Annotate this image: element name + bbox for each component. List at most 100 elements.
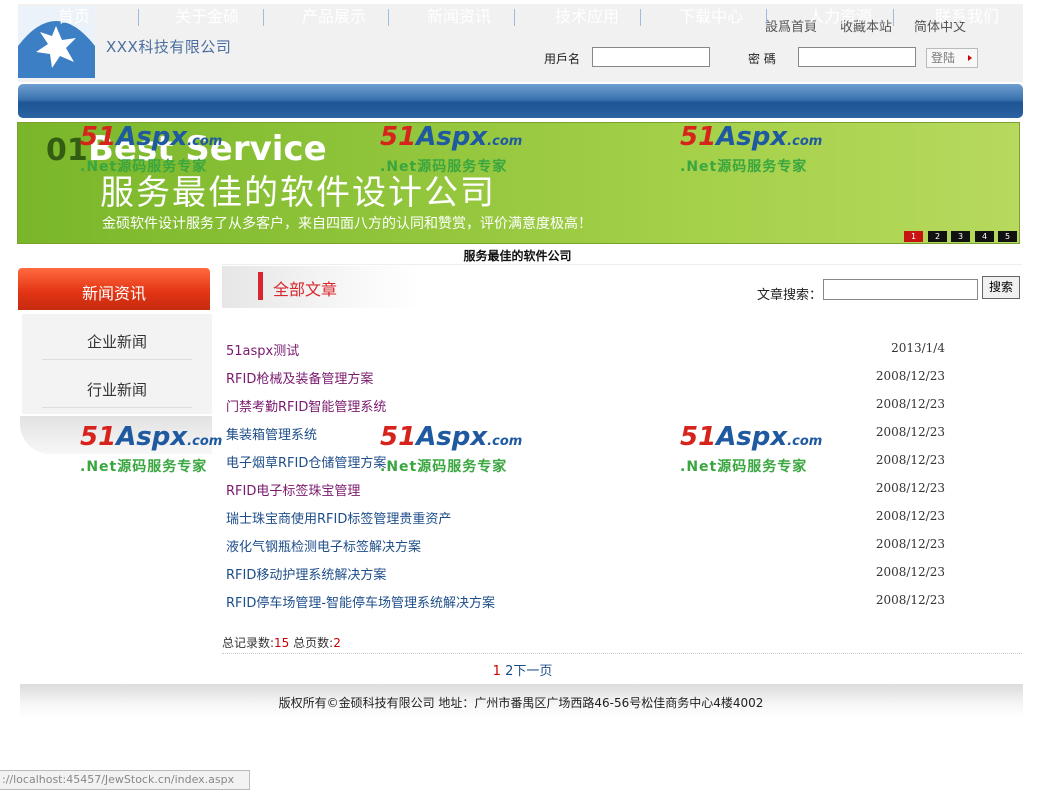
wm-brand-blue: Aspx [716, 122, 788, 152]
nav-separator [893, 9, 894, 26]
pages-label: 总页数: [293, 636, 334, 650]
browser-status-url: ://localhost:45457/JewStock.cn/index.asp… [0, 770, 250, 790]
footer-copyright: 版权所有©金硕科技有限公司 地址：广州市番禺区广场西路46-56号松佳商务中心4… [278, 696, 764, 710]
company-name: XXX科技有限公司 [106, 38, 232, 56]
article-link[interactable]: 液化气钢瓶检测电子标签解决方案 [226, 536, 421, 555]
sidebar-item-company-news[interactable]: 企业新闻 [22, 331, 212, 352]
tab-all-articles-label: 全部文章 [273, 280, 338, 299]
wm-slogan: .Net源码服务专家 [380, 159, 508, 175]
nav-item-home[interactable]: 首页 [58, 0, 90, 34]
article-date: 2013/1/4 [891, 341, 945, 355]
article-link[interactable]: RFID电子标签珠宝管理 [226, 480, 360, 499]
wm-brand-red: 51 [680, 122, 717, 152]
pagination: 1 2下一页 [0, 660, 1045, 679]
article-date: 2008/12/23 [875, 565, 945, 579]
watermark-logo: 51Aspx.com .Net源码服务专家 [380, 422, 530, 482]
wm-brand-blue: Aspx [116, 422, 188, 452]
article-link[interactable]: RFID移动护理系统解决方案 [226, 564, 386, 583]
nav-separator [640, 9, 641, 26]
watermark-logo: 51Aspx.com .Net源码服务专家 [380, 122, 530, 182]
article-date: 2008/12/23 [875, 593, 945, 607]
wm-slogan: .Net源码服务专家 [380, 459, 508, 475]
wm-suffix: .com [787, 434, 823, 449]
record-summary: 总记录数:15 总页数:2 [222, 634, 341, 651]
nav-separator [766, 9, 767, 26]
records-label: 总记录数: [222, 636, 275, 650]
wm-suffix: .com [487, 134, 523, 149]
banner-tagline: 金硕软件设计服务了从多客户，来自四面八方的认同和赞赏，评价满意度极高！ [102, 216, 592, 232]
nav-item-tech[interactable]: 技术应用 [555, 0, 619, 34]
article-link[interactable]: 51aspx测试 [226, 340, 299, 359]
article-link[interactable]: 瑞士珠宝商使用RFID标签管理贵重资产 [226, 508, 451, 527]
wm-slogan: .Net源码服务专家 [80, 159, 208, 175]
sidebar-title: 新闻资讯 [81, 284, 146, 303]
wm-brand-blue: Aspx [416, 422, 488, 452]
wm-brand-blue: Aspx [116, 122, 188, 152]
password-label: 密 碼 [748, 52, 776, 66]
nav-item-products[interactable]: 产品展示 [302, 0, 366, 34]
pager-next[interactable]: 下一页 [513, 664, 552, 679]
wm-brand-red: 51 [680, 422, 717, 452]
records-count: 15 [274, 636, 290, 650]
watermark-logo: 51Aspx.com .Net源码服务专家 [680, 422, 830, 482]
nav-item-downloads[interactable]: 下载中心 [679, 0, 743, 34]
nav-separator [514, 9, 515, 26]
search-input[interactable] [823, 279, 978, 300]
divider [222, 653, 1022, 654]
main-nav [18, 84, 1023, 118]
banner-page-5[interactable]: 5 [998, 231, 1017, 242]
nav-separator [138, 9, 139, 26]
username-input[interactable] [592, 47, 710, 67]
article-link[interactable]: RFID枪械及装备管理方案 [226, 368, 373, 387]
wm-brand-red: 51 [80, 422, 117, 452]
pager-current-page: 1 [492, 664, 501, 679]
nav-separator [263, 9, 264, 26]
nav-item-contact[interactable]: 联系我们 [935, 0, 999, 34]
banner-page-4[interactable]: 4 [975, 231, 994, 242]
wm-brand-red: 51 [80, 122, 117, 152]
wm-brand-red: 51 [380, 422, 417, 452]
article-date: 2008/12/23 [875, 397, 945, 411]
sidebar-item-industry-news[interactable]: 行业新闻 [22, 379, 212, 400]
wm-brand-blue: Aspx [416, 122, 488, 152]
article-link[interactable]: RFID停车场管理-智能停车场管理系统解决方案 [226, 592, 495, 611]
article-link[interactable]: 电子烟草RFID仓储管理方案 [226, 452, 386, 471]
search-label: 文章搜索： [757, 288, 823, 303]
article-date: 2008/12/23 [875, 425, 945, 439]
article-date: 2008/12/23 [875, 509, 945, 523]
nav-item-about[interactable]: 关于金硕 [175, 0, 239, 34]
wm-suffix: .com [787, 134, 823, 149]
username-label: 用戶名 [544, 52, 581, 66]
banner-page-2[interactable]: 2 [928, 231, 947, 242]
banner-page-1[interactable]: 1 [904, 231, 923, 242]
banner-caption: 服务最佳的软件公司 [463, 249, 572, 263]
nav-item-hr[interactable]: 人力资源 [808, 0, 872, 34]
sidebar-divider [42, 407, 192, 408]
banner-page-3[interactable]: 3 [951, 231, 970, 242]
article-date: 2008/12/23 [875, 453, 945, 467]
sidebar-divider [42, 359, 192, 360]
wm-brand-red: 51 [380, 122, 417, 152]
tab-accent-bar [258, 272, 263, 300]
nav-separator [388, 9, 389, 26]
wm-suffix: .com [187, 434, 223, 449]
arrow-right-icon [968, 55, 972, 61]
wm-suffix: .com [487, 434, 523, 449]
search-button[interactable]: 搜索 [982, 276, 1020, 299]
wm-slogan: .Net源码服务专家 [680, 159, 808, 175]
wm-slogan: .Net源码服务专家 [680, 459, 808, 475]
login-button-label: 登陆 [931, 51, 956, 65]
article-link[interactable]: 集装箱管理系统 [226, 424, 317, 443]
login-button[interactable]: 登陆 [926, 48, 978, 68]
article-link[interactable]: 门禁考勤RFID智能管理系统 [226, 396, 386, 415]
wm-brand-blue: Aspx [716, 422, 788, 452]
nav-item-news[interactable]: 新闻资讯 [427, 0, 491, 34]
article-date: 2008/12/23 [875, 369, 945, 383]
wm-slogan: .Net源码服务专家 [80, 459, 208, 475]
wm-suffix: .com [187, 134, 223, 149]
pages-count: 2 [333, 636, 341, 650]
watermark-logo: 51Aspx.com .Net源码服务专家 [680, 122, 830, 182]
password-input[interactable] [798, 47, 916, 67]
article-date: 2008/12/23 [875, 481, 945, 495]
article-date: 2008/12/23 [875, 537, 945, 551]
